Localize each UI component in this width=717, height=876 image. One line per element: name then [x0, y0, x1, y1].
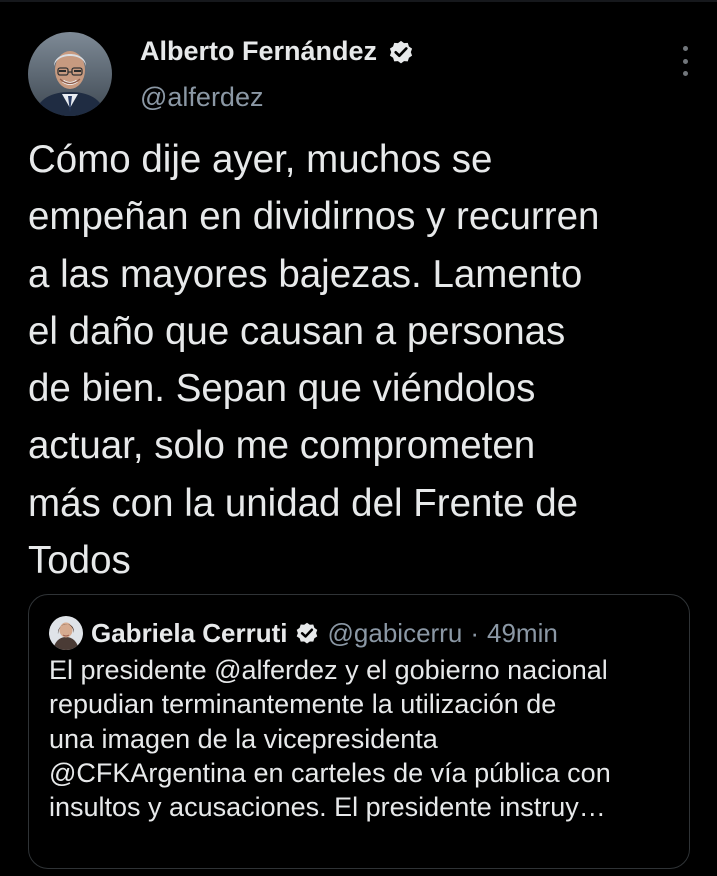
- tweet-text-line: empeñan en dividirnos y recurren: [28, 195, 600, 239]
- quoted-text-line: insultos y acusaciones. El presidente in…: [49, 792, 606, 823]
- quoted-tweet-header: Gabriela Cerruti @gabicerru · 49min: [49, 615, 558, 651]
- quoted-text-line: una imagen de la vicepresidenta: [49, 723, 438, 754]
- quoted-timestamp[interactable]: 49min: [487, 618, 558, 649]
- quoted-tweet-card[interactable]: Gabriela Cerruti @gabicerru · 49min El p…: [28, 594, 690, 869]
- verified-badge-icon: [294, 620, 320, 646]
- author-avatar[interactable]: [28, 32, 112, 116]
- verified-badge-icon: [387, 38, 415, 66]
- quoted-author-handle: @gabicerru: [327, 617, 463, 648]
- tweet-text-line: el daño que causan a personas: [28, 309, 566, 353]
- tweet-text-line: actuar, solo me comprometen: [28, 424, 536, 468]
- more-dot: [682, 58, 688, 64]
- more-dot: [682, 71, 688, 76]
- tweet-text-line: a las mayores bajezas. Lamento: [28, 252, 583, 296]
- author-name-text: Alberto Fernández: [140, 36, 378, 66]
- tweet-text-line: más con la unidad del Frente de: [28, 481, 579, 525]
- quoted-text-line: @CFKArgentina en carteles de vía pública…: [49, 757, 611, 788]
- quoted-author-avatar: [49, 616, 83, 650]
- tweet-text-line: Cómo dije ayer, muchos se: [28, 138, 493, 181]
- quoted-text-line: El presidente @alferdez y el gobierno na…: [49, 655, 608, 685]
- author-name[interactable]: Alberto Fernández: [140, 36, 415, 67]
- tweet-text-line: de bien. Sepan que viéndolos: [28, 367, 536, 411]
- tweet-text: Cómo dije ayer, muchos se empeñan en div…: [28, 131, 698, 589]
- tweet-text-line: Todos: [28, 539, 131, 583]
- author-handle[interactable]: @alferdez: [140, 82, 263, 113]
- more-dot: [682, 46, 688, 51]
- quoted-text-line: repudian terminantemente la utilización …: [49, 689, 557, 720]
- quoted-separator: ·: [470, 617, 479, 648]
- more-vertical-icon[interactable]: [674, 46, 696, 76]
- top-divider: [0, 0, 717, 2]
- quoted-tweet-text: El presidente @alferdez y el gobierno na…: [49, 653, 679, 824]
- quoted-author-name: Gabriela Cerruti: [91, 617, 288, 648]
